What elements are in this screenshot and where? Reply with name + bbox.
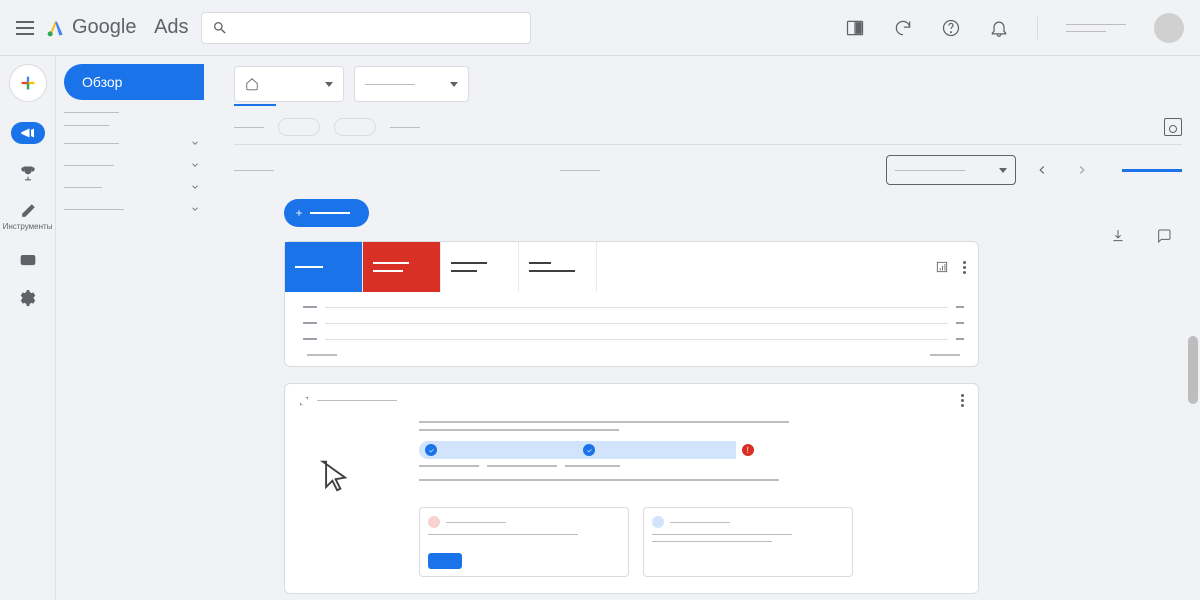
top-bar: Google Ads bbox=[0, 0, 1200, 56]
rail-goals[interactable] bbox=[10, 164, 46, 182]
filter-chips-row bbox=[234, 118, 1182, 136]
logo-text-ads: Ads bbox=[154, 16, 188, 39]
save-view-icon[interactable] bbox=[1164, 118, 1182, 136]
metric-tab-3[interactable] bbox=[441, 242, 519, 292]
side-panel: Обзор bbox=[56, 56, 216, 600]
main-content: ! bbox=[216, 56, 1200, 600]
next-period-button[interactable] bbox=[1068, 156, 1096, 184]
account-selector[interactable] bbox=[234, 66, 344, 106]
chevron-down-icon bbox=[190, 160, 200, 170]
side-item-1 bbox=[64, 112, 216, 113]
overview-button[interactable]: Обзор bbox=[64, 64, 204, 100]
separator bbox=[1037, 17, 1038, 39]
expand-chart-icon[interactable] bbox=[935, 260, 949, 274]
account-label[interactable] bbox=[1066, 24, 1126, 32]
metric-tab-2[interactable] bbox=[363, 242, 441, 292]
card-title bbox=[317, 400, 397, 401]
side-item-5[interactable] bbox=[64, 182, 216, 192]
side-item-6[interactable] bbox=[64, 204, 216, 214]
check-icon bbox=[583, 444, 595, 456]
feedback-icon[interactable] bbox=[1156, 228, 1172, 244]
scroll-thumb[interactable] bbox=[1188, 336, 1198, 404]
help-icon[interactable] bbox=[941, 18, 961, 38]
rail-tools[interactable]: Инструменты bbox=[10, 202, 46, 231]
card-menu-icon[interactable] bbox=[961, 394, 964, 407]
campaign-selector[interactable] bbox=[354, 66, 469, 102]
side-item-2 bbox=[64, 125, 216, 126]
filter-chip-1[interactable] bbox=[278, 118, 320, 136]
date-label bbox=[560, 170, 600, 171]
recommendation-card-2[interactable] bbox=[643, 507, 853, 577]
avatar[interactable] bbox=[1154, 13, 1184, 43]
chevron-down-icon bbox=[190, 138, 200, 148]
expand-icon[interactable] bbox=[299, 396, 309, 406]
google-ads-logo[interactable]: Google Ads bbox=[46, 16, 189, 39]
chart-area bbox=[285, 292, 978, 366]
new-campaign-button[interactable] bbox=[284, 199, 369, 227]
metric-tab-1[interactable] bbox=[285, 242, 363, 292]
chevron-down-icon bbox=[190, 182, 200, 192]
search-icon bbox=[212, 20, 228, 36]
notifications-icon[interactable] bbox=[989, 18, 1009, 38]
rail-billing[interactable] bbox=[10, 251, 46, 269]
rail-campaigns[interactable] bbox=[10, 122, 46, 144]
prev-period-button[interactable] bbox=[1028, 156, 1056, 184]
card-menu-icon[interactable] bbox=[963, 261, 966, 274]
scrollbar[interactable] bbox=[1188, 56, 1198, 596]
menu-icon[interactable] bbox=[16, 21, 34, 35]
side-item-3[interactable] bbox=[64, 138, 216, 148]
appearance-icon[interactable] bbox=[845, 18, 865, 38]
action-button[interactable] bbox=[428, 553, 462, 569]
search-input[interactable] bbox=[201, 12, 531, 44]
metric-tab-4[interactable] bbox=[519, 242, 597, 292]
side-item-4[interactable] bbox=[64, 160, 216, 170]
top-actions bbox=[845, 13, 1184, 43]
filter-more[interactable] bbox=[390, 127, 420, 128]
recommendation-card-1[interactable] bbox=[419, 507, 629, 577]
download-icon[interactable] bbox=[1110, 228, 1126, 244]
section-title bbox=[234, 170, 274, 171]
filter-chip-2[interactable] bbox=[334, 118, 376, 136]
chevron-down-icon bbox=[190, 204, 200, 214]
filter-label bbox=[234, 127, 264, 128]
cursor-icon bbox=[315, 457, 353, 495]
alert-icon: ! bbox=[742, 444, 754, 456]
metrics-card bbox=[284, 241, 979, 367]
active-indicator bbox=[1122, 169, 1182, 172]
date-range-selector[interactable] bbox=[886, 155, 1016, 185]
rail-admin[interactable] bbox=[10, 289, 46, 307]
setup-progress: ! bbox=[419, 441, 899, 459]
nav-rail: Инструменты bbox=[0, 56, 56, 600]
refresh-icon[interactable] bbox=[893, 18, 913, 38]
check-icon bbox=[425, 444, 437, 456]
optimization-card: ! bbox=[284, 383, 979, 594]
create-button[interactable] bbox=[9, 64, 47, 102]
home-icon bbox=[245, 77, 259, 91]
logo-text-google: Google bbox=[72, 16, 137, 39]
